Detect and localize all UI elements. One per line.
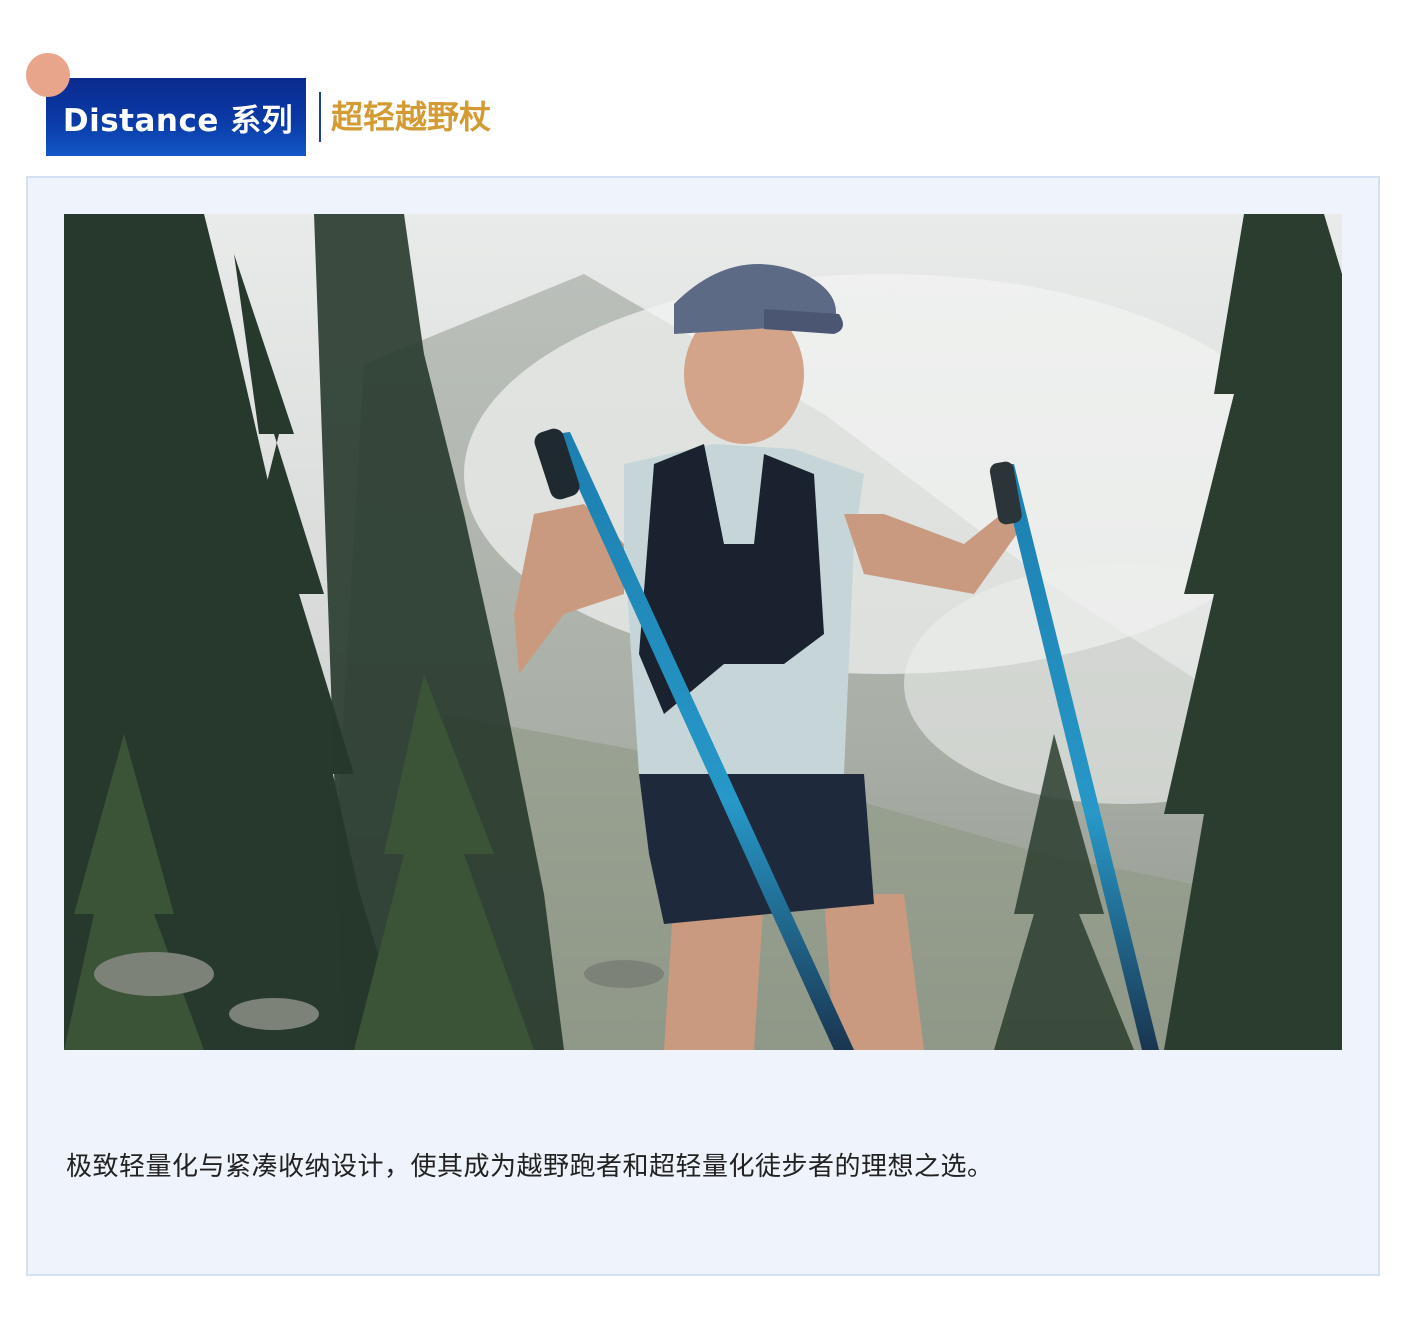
series-badge: Distance 系列 xyxy=(46,78,306,156)
product-photo xyxy=(64,214,1342,1050)
decorative-dot xyxy=(26,53,70,97)
product-description: 极致轻量化与紧凑收纳设计，使其成为越野跑者和超轻量化徒步者的理想之选。 xyxy=(66,1152,994,1182)
photo-illustration xyxy=(64,214,1342,1050)
series-label: Distance 系列 xyxy=(62,102,294,139)
product-title: 超轻越野杖 xyxy=(331,98,492,136)
section-header: Distance 系列 超轻越野杖 xyxy=(0,0,1408,170)
product-card: 极致轻量化与紧凑收纳设计，使其成为越野跑者和超轻量化徒步者的理想之选。 xyxy=(26,176,1380,1276)
title-divider xyxy=(319,92,321,142)
